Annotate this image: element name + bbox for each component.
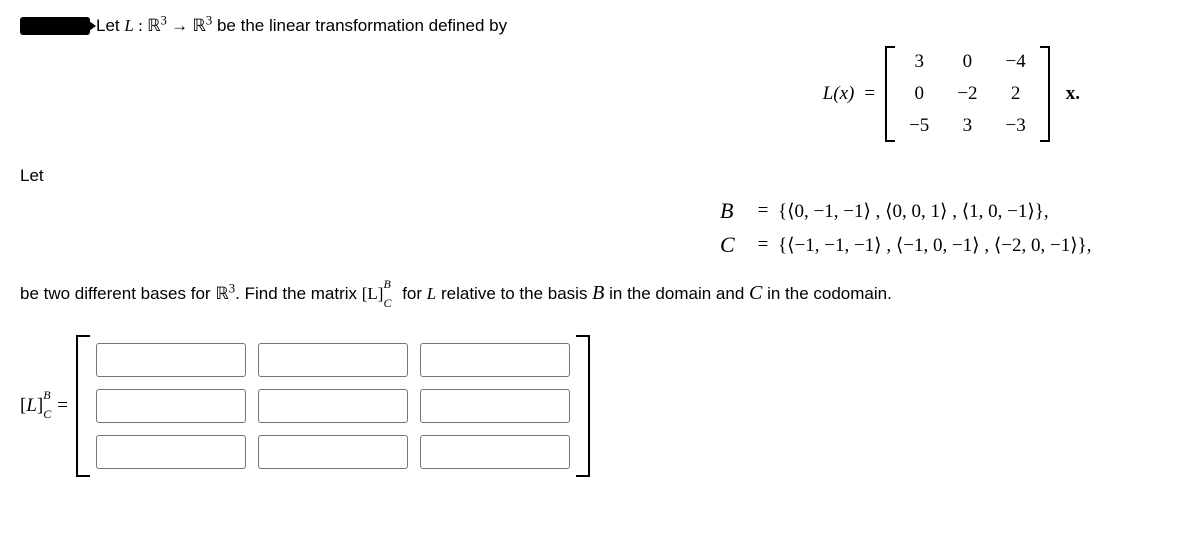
matrix-input-2-2[interactable]: [258, 389, 408, 423]
matrix-input-1-3[interactable]: [420, 343, 570, 377]
instruction-text: be two different bases for ℝ3. Find the …: [20, 282, 1180, 307]
table-row: 3 0 −4: [895, 46, 1040, 78]
basis-B-label: B: [720, 198, 748, 224]
equals-sign: =: [748, 234, 778, 256]
answer-lhs: [L]BC =: [20, 394, 68, 418]
basis-C-set: {⟨−1, −1, −1⟩ , ⟨−1, 0, −1⟩ , ⟨−2, 0, −1…: [778, 234, 1091, 257]
matrix-input-1-2[interactable]: [258, 343, 408, 377]
intro-text: Let L : ℝ3 → ℝ3 be the linear transforma…: [96, 16, 507, 36]
matrix-cell: 2: [992, 78, 1040, 110]
matrix-cell: −2: [943, 78, 991, 110]
matrix-input-3-3[interactable]: [420, 435, 570, 469]
table-row: 0 −2 2: [895, 78, 1040, 110]
matrix-cell: −5: [895, 110, 943, 142]
matrix-bracket-wrap: 3 0 −4 0 −2 2 −5 3 −3: [885, 46, 1050, 142]
matrix-cell: −3: [992, 110, 1040, 142]
let-text: Let: [20, 166, 1180, 186]
basis-C-row: C = {⟨−1, −1, −1⟩ , ⟨−1, 0, −1⟩ , ⟨−2, 0…: [720, 232, 1091, 258]
answer-matrix-wrap: [76, 335, 590, 477]
right-bracket-icon: [1040, 46, 1050, 142]
table-row: −5 3 −3: [895, 110, 1040, 142]
matrix-input-2-1[interactable]: [96, 389, 246, 423]
matrix-cell: 3: [895, 46, 943, 78]
equals-sign: =: [748, 200, 778, 222]
transformation-matrix: 3 0 −4 0 −2 2 −5 3 −3: [895, 46, 1040, 142]
matrix-cell: 0: [895, 78, 943, 110]
matrix-input-2-3[interactable]: [420, 389, 570, 423]
Lx-label: L(x): [823, 83, 855, 105]
left-bracket-icon: [76, 335, 90, 477]
answer-input-grid: [90, 335, 576, 477]
matrix-cell: 0: [943, 46, 991, 78]
matrix-equation: L(x) = 3 0 −4 0 −2 2 −5 3 −3 x.: [20, 46, 1080, 142]
problem-intro-line: Let L : ℝ3 → ℝ3 be the linear transforma…: [20, 16, 1180, 36]
answer-matrix-row: [L]BC =: [20, 335, 1180, 477]
matrix-input-1-1[interactable]: [96, 343, 246, 377]
bases-definitions: B = {⟨0, −1, −1⟩ , ⟨0, 0, 1⟩ , ⟨1, 0, −1…: [720, 194, 1180, 262]
x-vector: x.: [1066, 83, 1080, 105]
basis-C-label: C: [720, 232, 748, 258]
matrix-cell: 3: [943, 110, 991, 142]
points-badge: [20, 17, 90, 35]
left-bracket-icon: [885, 46, 895, 142]
basis-B-set: {⟨0, −1, −1⟩ , ⟨0, 0, 1⟩ , ⟨1, 0, −1⟩},: [778, 200, 1049, 223]
matrix-input-3-1[interactable]: [96, 435, 246, 469]
right-bracket-icon: [576, 335, 590, 477]
basis-B-row: B = {⟨0, −1, −1⟩ , ⟨0, 0, 1⟩ , ⟨1, 0, −1…: [720, 198, 1049, 224]
matrix-input-3-2[interactable]: [258, 435, 408, 469]
matrix-cell: −4: [992, 46, 1040, 78]
equals-sign: =: [864, 83, 875, 105]
